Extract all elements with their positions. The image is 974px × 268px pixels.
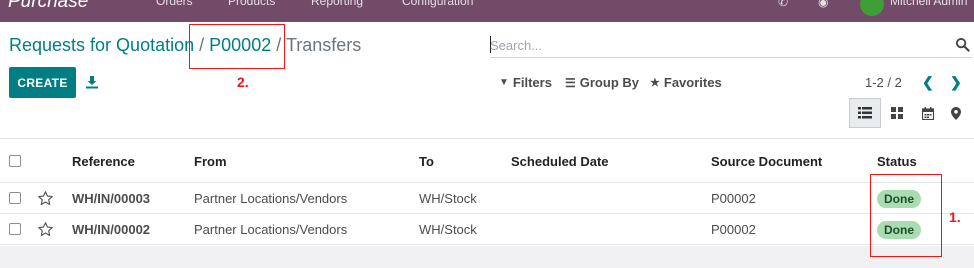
column-header-to[interactable]: To [419, 154, 434, 169]
list-footer-background [0, 246, 974, 268]
menu-configuration[interactable]: Configuration [402, 0, 473, 8]
menu-products[interactable]: Products [228, 0, 275, 8]
create-button[interactable]: CREATE [9, 67, 76, 98]
cell-reference: WH/IN/00003 [72, 191, 151, 206]
star-icon[interactable] [37, 190, 54, 207]
download-icon[interactable] [85, 75, 99, 89]
column-header-source-document[interactable]: Source Document [711, 154, 822, 169]
star-icon[interactable] [37, 221, 54, 238]
star-icon: ★ [650, 77, 660, 89]
menu-orders[interactable]: Orders [156, 0, 193, 8]
user-name[interactable]: Mitchell Admin [890, 0, 967, 8]
column-header-reference[interactable]: Reference [72, 154, 135, 169]
row-checkbox[interactable] [9, 192, 21, 204]
chat-icon[interactable]: ◉ [818, 0, 828, 9]
cell-from: Partner Locations/Vendors [194, 222, 348, 237]
row-checkbox[interactable] [9, 223, 21, 235]
kanban-view-icon [891, 107, 903, 119]
avatar[interactable] [860, 0, 884, 16]
search-icon[interactable] [955, 37, 970, 52]
cell-to: WH/Stock [419, 222, 477, 237]
cell-source-document: P00002 [711, 191, 756, 206]
search-bar [490, 33, 972, 58]
calendar-icon [922, 106, 934, 120]
annotation-box-record [189, 24, 285, 69]
favorites-label: Favorites [663, 75, 722, 90]
map-view-button[interactable] [940, 98, 972, 128]
table-row[interactable]: WH/IN/00002 Partner Locations/Vendors WH… [0, 214, 974, 245]
search-input[interactable] [490, 35, 945, 55]
group-by-button[interactable]: ☰ Group By [565, 75, 639, 90]
annotation-label-2: 2. [237, 74, 249, 90]
filter-icon: ▼ [499, 77, 509, 88]
cell-from: Partner Locations/Vendors [194, 191, 348, 206]
cell-source-document: P00002 [711, 222, 756, 237]
annotation-box-status [870, 174, 942, 257]
top-navbar: Purchase Orders Products Reporting Confi… [0, 0, 974, 22]
cell-to: WH/Stock [419, 191, 477, 206]
pager-value[interactable]: 1-2 / 2 [865, 75, 902, 90]
table-header-row: Reference From To Scheduled Date Source … [0, 139, 974, 183]
map-marker-icon [951, 106, 961, 120]
app-name[interactable]: Purchase [8, 0, 88, 13]
group-by-label: Group By [579, 75, 639, 90]
kanban-view-button[interactable] [881, 98, 913, 128]
list-icon: ☰ [565, 75, 576, 90]
column-header-status[interactable]: Status [877, 154, 917, 169]
menu-reporting[interactable]: Reporting [311, 0, 363, 8]
column-header-from[interactable]: From [194, 154, 227, 169]
page-title: Transfers [285, 35, 362, 55]
breadcrumb-rfq-link[interactable]: Requests for Quotation [9, 35, 194, 55]
phone-icon[interactable]: ✆ [778, 0, 788, 9]
pager-previous-button[interactable]: ❮ [922, 74, 934, 91]
column-header-scheduled-date[interactable]: Scheduled Date [511, 154, 609, 169]
table-row[interactable]: WH/IN/00003 Partner Locations/Vendors WH… [0, 183, 974, 214]
annotation-label-1: 1. [949, 209, 961, 225]
select-all-checkbox[interactable] [9, 155, 21, 167]
filters-label: Filters [512, 75, 552, 90]
favorites-button[interactable]: ★ Favorites [650, 75, 722, 90]
optional-columns-icon[interactable]: ⋮ [970, 155, 974, 168]
cell-reference: WH/IN/00002 [72, 222, 151, 237]
list-view-button[interactable] [849, 98, 881, 128]
list-view-icon [858, 107, 872, 119]
filters-button[interactable]: ▼ Filters [499, 75, 552, 90]
breadcrumb: Requests for Quotation / P00002 / Transf… [9, 35, 361, 56]
pager-next-button[interactable]: ❯ [950, 74, 962, 91]
